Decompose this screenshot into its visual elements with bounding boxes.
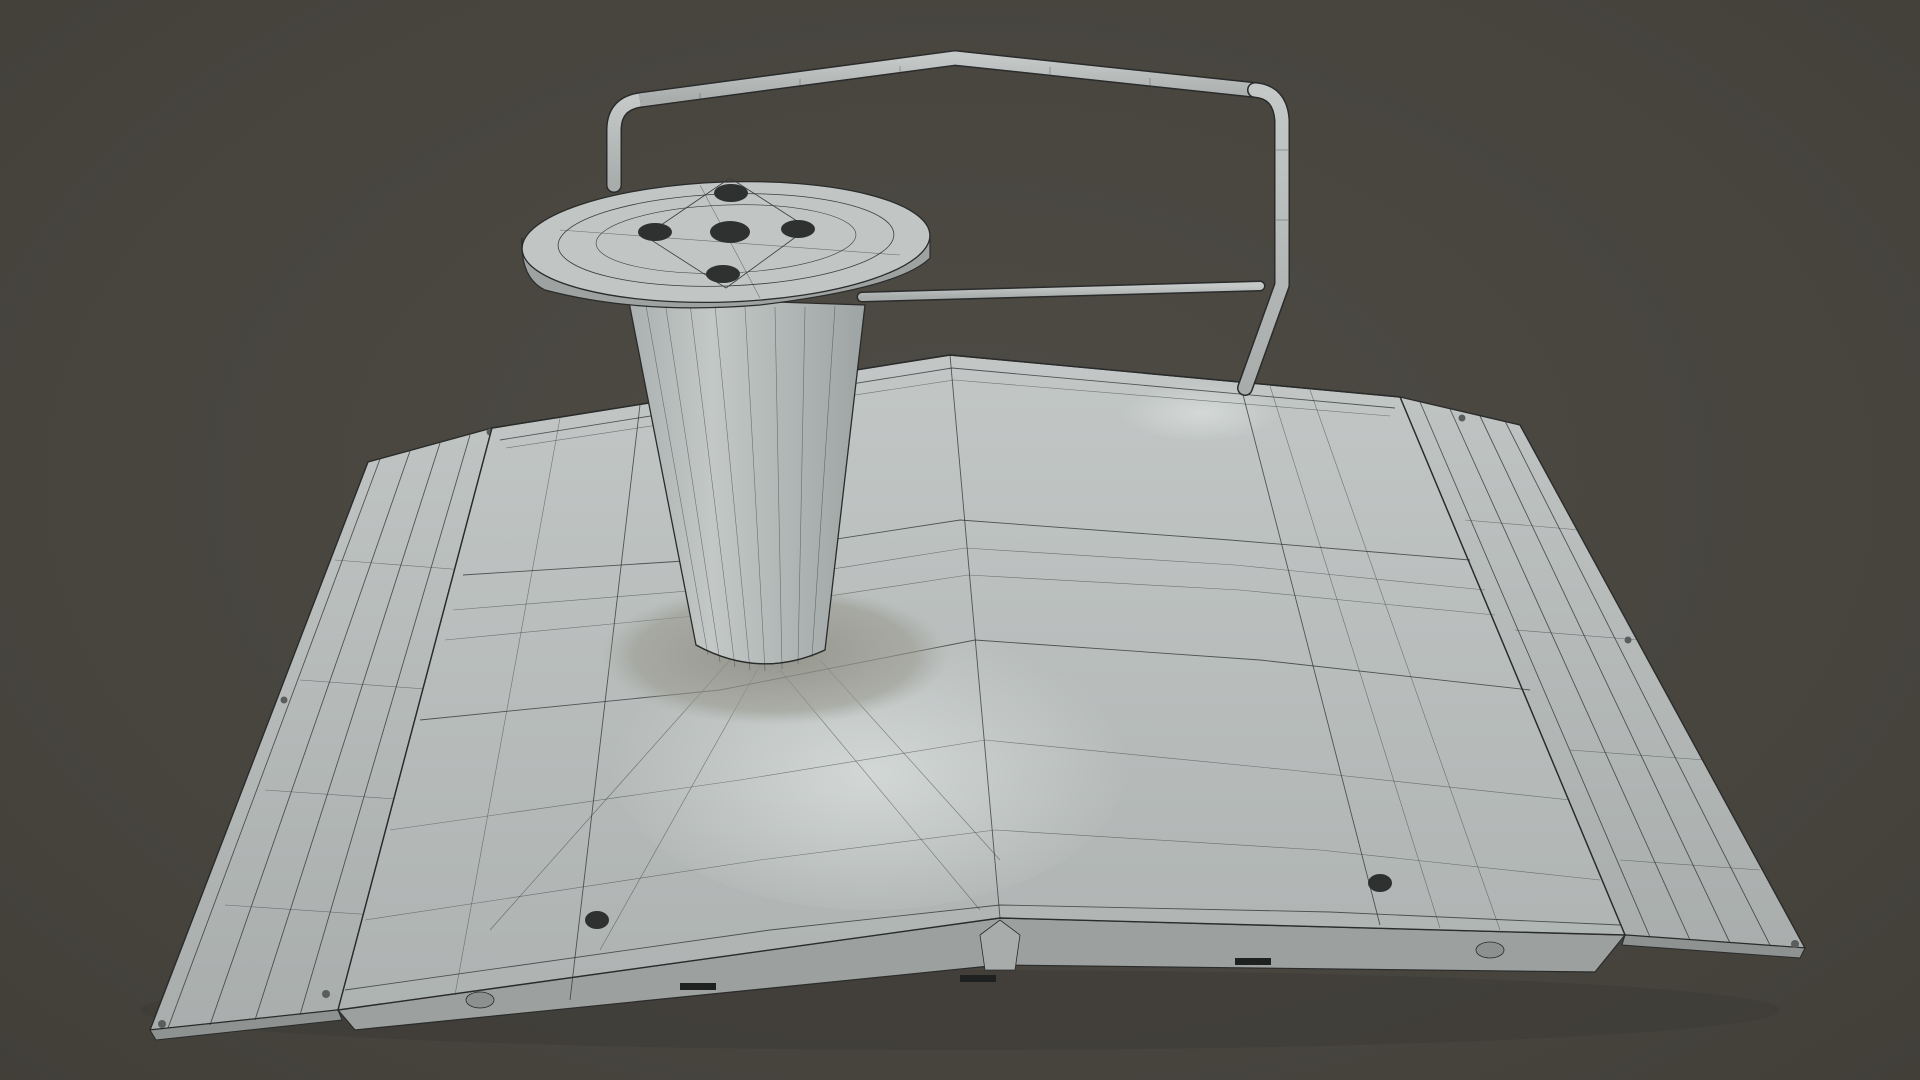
top-plate-hole	[714, 184, 748, 202]
top-plate-hole	[781, 220, 815, 238]
top-plate-hole	[638, 223, 672, 241]
3d-viewport[interactable]	[0, 0, 1920, 1080]
oval-top-plate[interactable]	[520, 175, 932, 309]
wireframe-model[interactable]	[0, 0, 1920, 1080]
top-plate-hole	[710, 221, 750, 243]
top-plate-hole	[706, 265, 740, 283]
